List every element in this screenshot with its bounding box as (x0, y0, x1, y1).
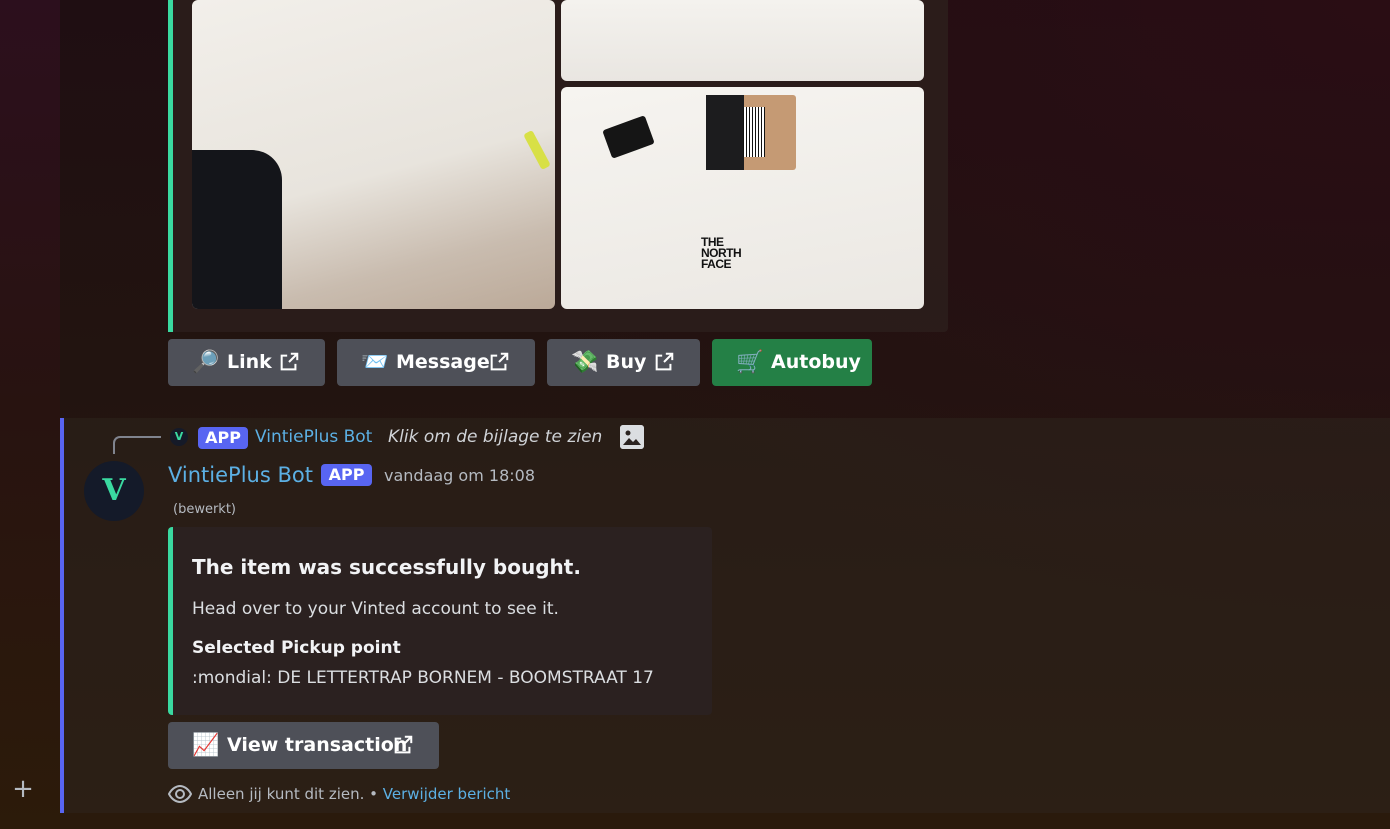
reply-app-badge: APP (198, 427, 248, 449)
message-author[interactable]: VintiePlus Bot (168, 460, 313, 490)
message-button[interactable]: 📨 Message (337, 339, 535, 386)
cart-emoji: 🛒 (736, 350, 764, 375)
brand-logo: THE NORTH FACE (701, 235, 742, 271)
external-link-icon (655, 352, 674, 371)
product-embed: THE NORTH FACE (168, 0, 948, 332)
purchase-embed: The item was successfully bought. Head o… (168, 527, 712, 715)
neck-label-shape (602, 115, 655, 159)
reply-avatar[interactable]: V (170, 428, 188, 446)
app-badge: APP (321, 464, 372, 486)
external-link-icon (394, 735, 413, 754)
external-link-icon (490, 352, 509, 371)
image-icon (620, 425, 644, 449)
lighter-shape (523, 129, 551, 171)
envelope-emoji: 📨 (361, 350, 389, 375)
embed-accent-bar (168, 527, 173, 715)
bot-avatar[interactable]: V (84, 461, 144, 521)
autobuy-button-label: Autobuy (771, 351, 861, 373)
embed-title: The item was successfully bought. (192, 555, 581, 579)
external-link-icon (280, 352, 299, 371)
eye-icon (168, 784, 192, 804)
view-transaction-button[interactable]: 📈 View transaction (168, 722, 439, 769)
money-emoji: 💸 (571, 350, 599, 375)
magnifier-emoji: 🔎 (192, 350, 220, 375)
server-rail: + (0, 0, 60, 829)
reply-preview-text[interactable]: Klik om de bijlage te zien (388, 424, 602, 450)
buy-button-label: Buy (606, 351, 647, 373)
edited-label: (bewerkt) (173, 502, 236, 517)
barcode-shape (743, 107, 765, 157)
reply-connector (113, 436, 161, 454)
link-button-label: Link (227, 351, 272, 373)
embed-description: Head over to your Vinted account to see … (192, 599, 559, 619)
product-image-2[interactable] (561, 0, 924, 81)
plus-icon[interactable]: + (12, 776, 34, 802)
buy-button[interactable]: 💸 Buy (547, 339, 700, 386)
product-image-3[interactable]: THE NORTH FACE (561, 87, 924, 309)
message-button-label: Message (396, 351, 490, 373)
message-highlight-bar (60, 418, 64, 813)
product-image-1[interactable] (192, 0, 555, 309)
link-button[interactable]: 🔎 Link (168, 339, 325, 386)
dark-shirt-shape (192, 150, 282, 309)
message-timestamp[interactable]: vandaag om 18:08 (384, 464, 535, 488)
view-transaction-label: View transaction (227, 734, 408, 756)
delete-message-link[interactable]: Verwijder bericht (383, 785, 511, 803)
separator: • (364, 785, 383, 803)
ephemeral-note: Alleen jij kunt dit zien. (198, 785, 365, 803)
autobuy-button[interactable]: 🛒 Autobuy (712, 339, 872, 386)
chart-emoji: 📈 (192, 733, 220, 758)
reply-author[interactable]: VintiePlus Bot (255, 424, 372, 450)
tag-dark-shape (706, 95, 744, 170)
embed-accent-bar (168, 0, 173, 332)
embed-field-value: :mondial: DE LETTERTRAP BORNEM - BOOMSTR… (192, 668, 654, 688)
embed-field-name: Selected Pickup point (192, 638, 401, 658)
